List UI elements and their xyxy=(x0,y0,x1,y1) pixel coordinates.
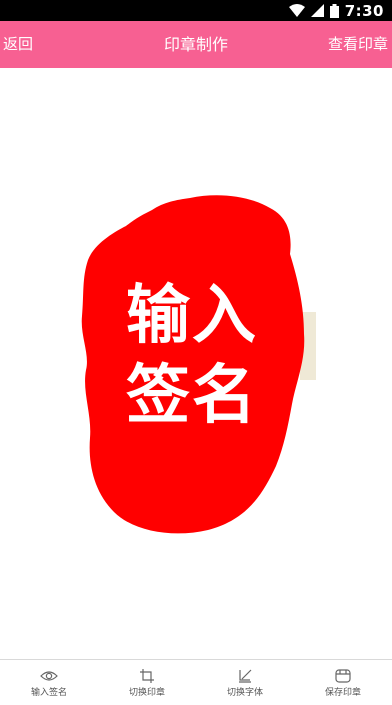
crop-icon xyxy=(140,669,154,683)
status-bar: 7:30 xyxy=(0,0,392,21)
seal-text: 输入 签名 xyxy=(78,276,306,436)
view-seal-button[interactable]: 查看印章 xyxy=(328,21,388,68)
wifi-icon xyxy=(288,4,305,17)
eye-icon xyxy=(40,671,58,681)
status-time: 7:30 xyxy=(344,1,384,20)
store-icon xyxy=(335,669,351,683)
seal-text-line-1: 输入 xyxy=(126,279,258,353)
tab-input-signature[interactable]: 输入签名 xyxy=(0,660,98,705)
edit-font-icon xyxy=(239,669,252,683)
status-icons: 7:30 xyxy=(288,0,384,21)
app-bar: 返回 印章制作 查看印章 xyxy=(0,21,392,68)
tab-switch-font[interactable]: 切换字体 xyxy=(196,660,294,705)
tab-label: 切换印章 xyxy=(128,688,165,698)
tab-label: 输入签名 xyxy=(30,688,67,698)
tab-save-seal[interactable]: 保存印章 xyxy=(294,660,392,705)
seal-canvas: 输入 签名 xyxy=(0,68,392,659)
seal-preview[interactable]: 输入 签名 xyxy=(78,194,316,536)
battery-icon xyxy=(329,3,339,18)
tab-label: 保存印章 xyxy=(324,688,361,698)
seal-text-line-2: 签名 xyxy=(126,359,258,433)
bottom-toolbar: 输入签名 切换印章 切换字体 保存印章 xyxy=(0,659,392,705)
tab-label: 切换字体 xyxy=(226,688,263,698)
tab-switch-seal[interactable]: 切换印章 xyxy=(98,660,196,705)
signal-icon xyxy=(310,4,324,17)
